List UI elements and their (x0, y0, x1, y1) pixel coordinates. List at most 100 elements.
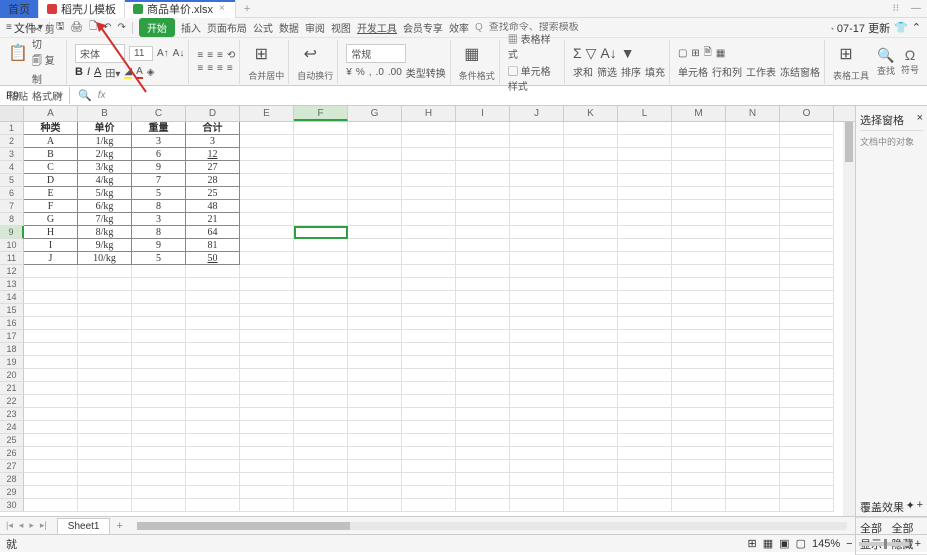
cell[interactable] (294, 174, 348, 187)
cell[interactable] (780, 161, 834, 174)
cell[interactable] (294, 213, 348, 226)
cell[interactable] (672, 330, 726, 343)
cell[interactable] (78, 278, 132, 291)
cell[interactable] (348, 174, 402, 187)
cell[interactable] (510, 213, 564, 226)
cell[interactable] (510, 317, 564, 330)
cell[interactable] (402, 291, 456, 304)
cell[interactable] (456, 187, 510, 200)
cell[interactable] (618, 200, 672, 213)
cell[interactable] (186, 330, 240, 343)
cell[interactable] (618, 304, 672, 317)
cell[interactable] (726, 356, 780, 369)
cell[interactable] (78, 291, 132, 304)
cell[interactable] (348, 304, 402, 317)
cell[interactable] (240, 252, 294, 265)
align-left-icon[interactable]: ≡ (197, 63, 203, 74)
cell[interactable] (726, 265, 780, 278)
cell[interactable] (402, 460, 456, 473)
cell[interactable] (780, 291, 834, 304)
cell[interactable] (726, 122, 780, 135)
cell[interactable]: C (24, 161, 78, 174)
cell[interactable]: A (24, 135, 78, 148)
cell[interactable] (672, 226, 726, 239)
row-header[interactable]: 10 (0, 239, 24, 252)
cell[interactable] (618, 369, 672, 382)
cell[interactable] (456, 135, 510, 148)
cell[interactable] (348, 499, 402, 512)
cell[interactable] (510, 421, 564, 434)
cell[interactable] (24, 460, 78, 473)
cell[interactable] (186, 408, 240, 421)
cell[interactable] (294, 434, 348, 447)
cell[interactable] (564, 226, 618, 239)
cell[interactable] (78, 395, 132, 408)
row-header[interactable]: 15 (0, 304, 24, 317)
cell[interactable] (294, 499, 348, 512)
cell[interactable] (726, 421, 780, 434)
cell[interactable] (672, 200, 726, 213)
cell[interactable] (78, 265, 132, 278)
cell[interactable] (240, 226, 294, 239)
cell[interactable]: 48 (186, 200, 240, 213)
cell[interactable] (132, 304, 186, 317)
row-header[interactable]: 1 (0, 122, 24, 135)
row-header[interactable]: 30 (0, 499, 24, 512)
cell[interactable] (510, 330, 564, 343)
cell[interactable] (726, 174, 780, 187)
cell[interactable] (510, 239, 564, 252)
cell[interactable] (402, 213, 456, 226)
cell[interactable] (510, 447, 564, 460)
cell[interactable] (294, 343, 348, 356)
cell[interactable] (24, 434, 78, 447)
cell[interactable] (348, 369, 402, 382)
symbol-icon[interactable]: Ω (901, 47, 919, 63)
cell[interactable] (672, 174, 726, 187)
cell[interactable] (240, 291, 294, 304)
cell[interactable] (348, 317, 402, 330)
row-header[interactable]: 14 (0, 291, 24, 304)
cell[interactable] (672, 148, 726, 161)
zoom-in-icon[interactable]: + (915, 538, 921, 550)
col-header-G[interactable]: G (348, 106, 402, 121)
cell[interactable] (294, 226, 348, 239)
cell[interactable] (402, 447, 456, 460)
cell[interactable] (348, 382, 402, 395)
cell[interactable] (780, 434, 834, 447)
cell[interactable] (348, 343, 402, 356)
cell[interactable] (456, 382, 510, 395)
cell[interactable] (510, 343, 564, 356)
row-header[interactable]: 5 (0, 174, 24, 187)
cell[interactable] (240, 161, 294, 174)
cell[interactable] (186, 499, 240, 512)
cell[interactable] (564, 239, 618, 252)
cell[interactable] (672, 265, 726, 278)
cell[interactable] (402, 278, 456, 291)
font-select[interactable]: 宋体 (75, 44, 125, 63)
cell[interactable] (672, 122, 726, 135)
cell[interactable] (240, 187, 294, 200)
cell[interactable] (240, 239, 294, 252)
cell[interactable] (564, 278, 618, 291)
view-page-icon[interactable]: ▦ (763, 537, 773, 550)
cell[interactable] (510, 395, 564, 408)
cell[interactable] (456, 122, 510, 135)
cell[interactable]: 3/kg (78, 161, 132, 174)
row-header[interactable]: 7 (0, 200, 24, 213)
cell[interactable] (132, 278, 186, 291)
cell[interactable] (618, 408, 672, 421)
new-tab-button[interactable]: + (236, 1, 258, 17)
menu-insert[interactable]: 插入 (181, 20, 201, 35)
cell[interactable] (132, 486, 186, 499)
wrap-icon[interactable]: ↩ (297, 41, 323, 67)
cell[interactable] (618, 148, 672, 161)
cell[interactable] (132, 447, 186, 460)
sheet-last-icon[interactable]: ▸| (38, 520, 49, 531)
cell[interactable] (726, 330, 780, 343)
row-header[interactable]: 4 (0, 161, 24, 174)
cell[interactable] (402, 200, 456, 213)
cell[interactable] (564, 408, 618, 421)
cell[interactable] (132, 499, 186, 512)
cell[interactable] (726, 135, 780, 148)
cell[interactable] (456, 278, 510, 291)
